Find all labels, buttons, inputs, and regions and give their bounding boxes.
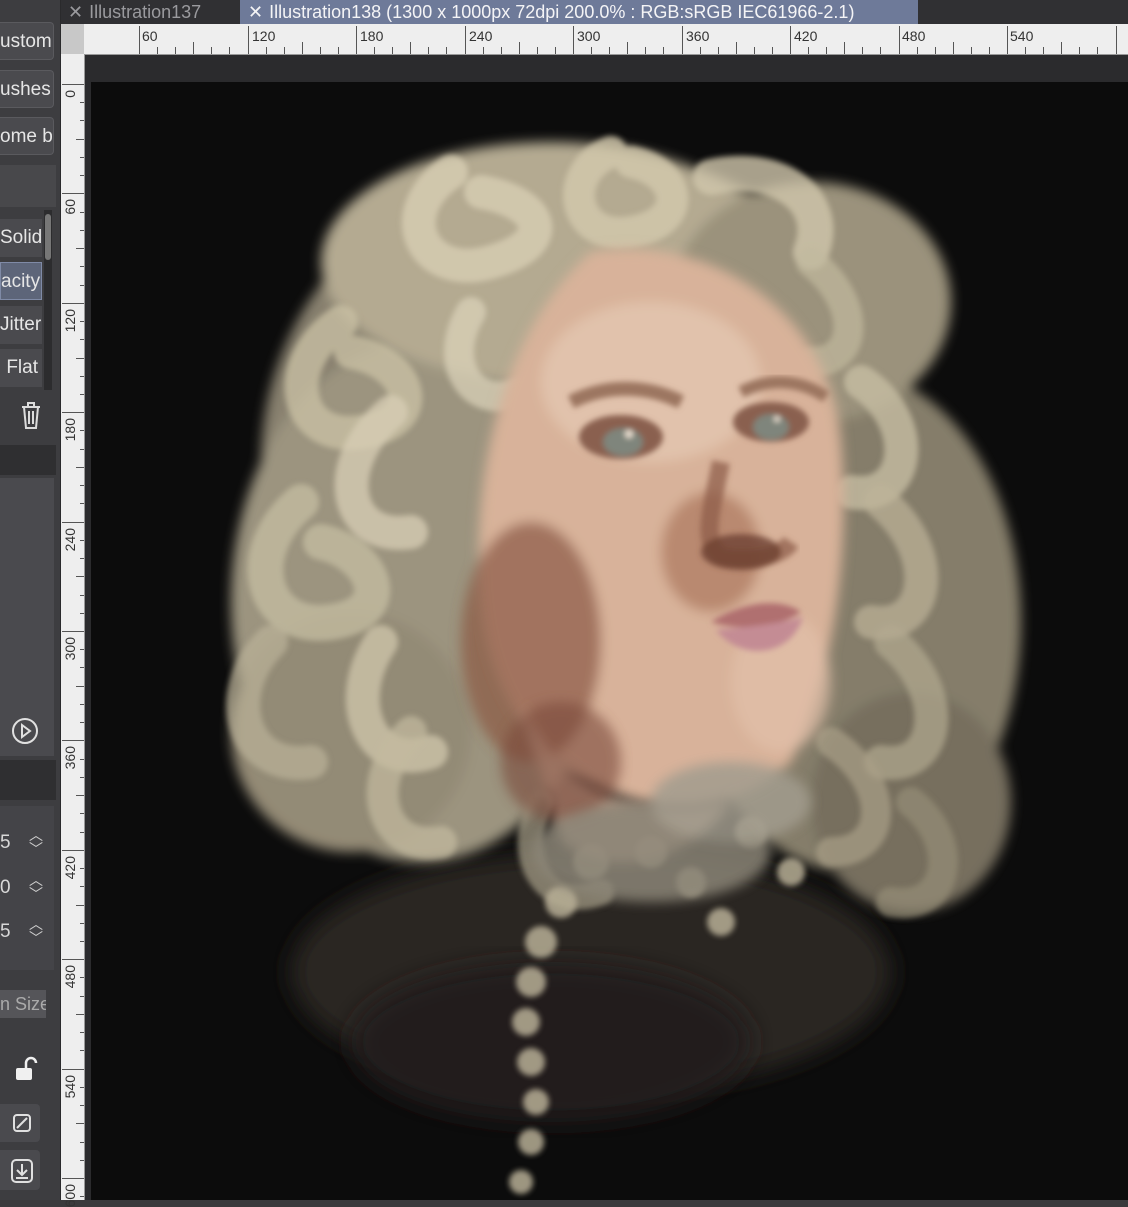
ruler-label: 540: [1010, 28, 1034, 44]
panel-divider: [0, 165, 56, 207]
lock-open-icon[interactable]: [10, 1054, 40, 1084]
ruler-label: 300: [577, 28, 601, 44]
options-scrollbar[interactable]: [44, 210, 52, 390]
trash-icon[interactable]: [16, 398, 46, 432]
brush-option-opacity[interactable]: acity: [0, 262, 42, 300]
ruler-label: 60: [142, 28, 158, 44]
brush-preview-area: [0, 478, 54, 756]
size-label: n Size: [0, 990, 46, 1018]
tab-illustration138[interactable]: ✕ Illustration138 (1300 x 1000px 72dpi 20…: [240, 0, 918, 24]
panel-header-bar: [0, 445, 56, 475]
ruler-label: 60: [62, 199, 78, 215]
ruler-label: 480: [902, 28, 926, 44]
stepper-arrows[interactable]: ︿ ﹀: [24, 917, 48, 951]
ruler-label: 300: [62, 637, 78, 661]
vertical-ruler-ticks: [62, 84, 84, 1197]
brush-set-brushes[interactable]: ushes: [0, 70, 54, 108]
brush-option-flat[interactable]: Flat: [0, 349, 42, 387]
play-circle-icon[interactable]: [10, 716, 40, 746]
ruler-corner: [60, 24, 84, 54]
param-value[interactable]: 0: [0, 873, 10, 903]
brush-settings-panel: ustom ushes ome b Solid acity Jitter Fla…: [0, 0, 61, 1200]
ruler-label: 360: [686, 28, 710, 44]
ruler-label: 420: [62, 855, 78, 880]
ruler-label: 240: [469, 28, 493, 44]
ruler-label: 420: [794, 28, 818, 44]
brush-option-jitter[interactable]: Jitter: [0, 306, 42, 344]
ruler-label: 180: [360, 28, 384, 44]
tab-label: Illustration137: [89, 2, 202, 22]
vertical-ruler: 0 60 120 180 240 300 360 420 480 540 600: [60, 54, 85, 1207]
ruler-label: 180: [62, 418, 78, 442]
ruler-label: 600: [62, 1184, 78, 1207]
brush-set-some[interactable]: ome b: [0, 117, 54, 155]
param-value[interactable]: 5: [0, 917, 10, 947]
download-icon: [11, 1159, 33, 1183]
document-tab-bar: ✕ Illustration137 ✕ Illustration138 (1300 …: [60, 0, 1128, 24]
action-button[interactable]: [0, 1150, 40, 1190]
stepper-arrows[interactable]: ︿ ﹀: [24, 873, 48, 907]
close-tab-icon[interactable]: ✕: [248, 0, 263, 24]
ruler-label: 0: [62, 90, 78, 98]
brush-option-solid[interactable]: Solid: [0, 219, 42, 257]
ruler-label: 540: [62, 1074, 78, 1098]
drawing-canvas[interactable]: [91, 82, 1128, 1200]
ruler-label: 480: [62, 965, 78, 989]
close-tab-icon[interactable]: ✕: [68, 0, 83, 24]
tab-illustration137[interactable]: ✕ Illustration137: [60, 0, 238, 24]
scrollbar-thumb[interactable]: [45, 214, 51, 260]
tab-label: Illustration138 (1300 x 1000px 72dpi 200…: [269, 2, 855, 22]
ruler-label: 120: [252, 28, 276, 44]
ruler-label: 240: [62, 527, 78, 551]
ruler-label: 360: [62, 746, 78, 770]
no-entry-icon: [13, 1114, 31, 1132]
brush-set-custom[interactable]: ustom: [0, 22, 54, 60]
ruler-label: 120: [62, 308, 78, 333]
panel-header-bar: [0, 760, 56, 800]
stepper-arrows[interactable]: ︿ ﹀: [24, 828, 48, 862]
param-value[interactable]: 5: [0, 828, 10, 858]
horizontal-ruler: 60 120 180 240 300 360 420 480 540: [84, 24, 1128, 55]
horizontal-ruler-ticks: [139, 26, 1117, 54]
portrait-painting: [91, 82, 1128, 1200]
action-button[interactable]: [0, 1104, 40, 1142]
